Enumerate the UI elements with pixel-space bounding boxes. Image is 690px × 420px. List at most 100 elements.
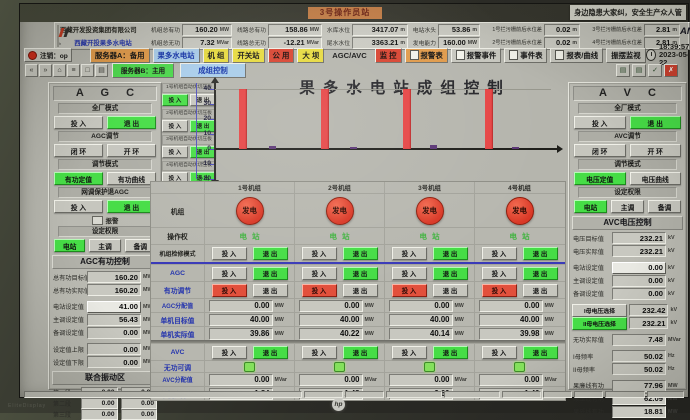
- menu-item-4[interactable]: 公 用: [268, 48, 295, 63]
- menu-item-label: 果多水电站: [158, 50, 195, 61]
- agc-agc-loop-closed-button[interactable]: 闭 环: [54, 144, 103, 157]
- agc-plant-mode-in-button[interactable]: 投 入: [54, 116, 103, 129]
- print-icon[interactable]: ▤: [616, 64, 630, 77]
- agc-unit3-out-button[interactable]: 退 出: [433, 267, 468, 280]
- avc-authority-dispatch-button[interactable]: 主调: [611, 200, 644, 213]
- forward-icon[interactable]: »: [39, 64, 52, 77]
- agc-agc-loop-open-button[interactable]: 开 环: [107, 144, 156, 157]
- agc-unit4-out-button[interactable]: 退 出: [523, 267, 558, 280]
- avc-unit2-in-button[interactable]: 投 入: [302, 346, 337, 359]
- plate1-in-button[interactable]: 投 入: [162, 94, 188, 106]
- unit2-status-indicator[interactable]: 发电: [326, 197, 354, 225]
- menu-item-2[interactable]: 机 组: [203, 48, 230, 63]
- maintenance-unit1-out-button[interactable]: 退 出: [253, 247, 288, 260]
- avc-unit1-in-button[interactable]: 投 入: [212, 346, 247, 359]
- print-icon[interactable]: ▤: [95, 64, 108, 77]
- server-a-status[interactable]: 服务器A：备用: [90, 48, 150, 63]
- avc-line3-p-label: 果妥线有功: [572, 407, 612, 416]
- avc-unit1-out-button[interactable]: 退 出: [253, 346, 288, 359]
- plate3-in-button[interactable]: 投 入: [162, 146, 188, 158]
- unit4-status-indicator[interactable]: 发电: [506, 197, 534, 225]
- window-icon[interactable]: □: [81, 64, 94, 77]
- menu-item-9[interactable]: 报警事件: [451, 48, 502, 63]
- p-reg-unit2-in-button[interactable]: 投 入: [302, 284, 337, 297]
- agc-unit2-in-button[interactable]: 投 入: [302, 267, 337, 280]
- confirm-icon[interactable]: ✓: [648, 64, 662, 77]
- avc-bus2-voltage-row: II母电压选择232.21kV: [572, 317, 683, 330]
- agc-authority-station-button[interactable]: 电站: [54, 239, 85, 252]
- agc-alloc-unit4-value: 0.00: [479, 300, 543, 312]
- agc-unit4-in-button[interactable]: 投 入: [482, 267, 517, 280]
- back-icon[interactable]: «: [25, 64, 38, 77]
- maintenance-unit3-out-button[interactable]: 退 出: [433, 247, 468, 260]
- avc-unit2-out-button[interactable]: 退 出: [343, 346, 378, 359]
- avc-alloc-unit: MVar: [273, 377, 291, 383]
- agc-station-set-value[interactable]: 41.00: [87, 301, 141, 313]
- avc-avc-loop-closed-button[interactable]: 闭 环: [574, 144, 626, 157]
- menu-item-1[interactable]: 果多水电站: [153, 48, 200, 63]
- avc-unit3-out-button[interactable]: 退 出: [433, 346, 468, 359]
- menu-icon[interactable]: ≡: [67, 64, 80, 77]
- menu-item-8[interactable]: 报警表: [405, 48, 448, 63]
- agc-unit3-in-button[interactable]: 投 入: [392, 267, 427, 280]
- avc-reg-mode-v-setpoint-button[interactable]: 电压定值: [574, 172, 626, 185]
- agc-grid-protect-out-button[interactable]: 退 出: [107, 200, 156, 213]
- menu-item-5[interactable]: 大 坝: [297, 48, 324, 63]
- avc-plant-mode-out-button[interactable]: 退 出: [630, 116, 682, 129]
- p-reg-unit4-out-button[interactable]: 退 出: [523, 284, 558, 297]
- menu-item-label: 开关站: [237, 50, 259, 61]
- logout-button[interactable]: 注销：op: [24, 48, 72, 62]
- server-b-status[interactable]: 服务器B：主用: [112, 63, 174, 78]
- avc-bus1-voltage-button[interactable]: I母电压选择: [572, 304, 627, 317]
- avc-bus2-voltage-button[interactable]: II母电压选择: [572, 317, 627, 330]
- unit3-status-indicator[interactable]: 发电: [416, 197, 444, 225]
- maintenance-unit4-in-button[interactable]: 投 入: [482, 247, 517, 260]
- maintenance-unit2-in-button[interactable]: 投 入: [302, 247, 337, 260]
- plate2-in-button[interactable]: 投 入: [162, 120, 188, 132]
- menu-item-7[interactable]: 监 控: [375, 48, 402, 63]
- agc-grid-protect-in-button[interactable]: 投 入: [54, 200, 103, 213]
- avc-unit4-in-button[interactable]: 投 入: [482, 346, 517, 359]
- agc-reg-mode-p-curve-button[interactable]: 有功曲线: [107, 172, 156, 185]
- close-icon[interactable]: ✗: [664, 64, 678, 77]
- menu-item-3[interactable]: 开关站: [232, 48, 264, 63]
- p-reg-unit1-in-button[interactable]: 投 入: [212, 284, 247, 297]
- avc-unit4-out-button[interactable]: 退 出: [523, 346, 558, 359]
- agc-unit1-out-button[interactable]: 退 出: [253, 267, 288, 280]
- unit1-status-indicator[interactable]: 发电: [236, 197, 264, 225]
- agc-plant-mode-out-button[interactable]: 退 出: [107, 116, 156, 129]
- avc-v-target-unit: kV: [666, 235, 683, 241]
- vibration-row-3: 第三段0.000.00: [52, 409, 158, 420]
- agc-unit2-out-button[interactable]: 退 出: [343, 267, 378, 280]
- avc-authority-station-button[interactable]: 电站: [574, 200, 607, 213]
- avc-avc-loop-open-button[interactable]: 开 环: [630, 144, 682, 157]
- maintenance-unit3-in-button[interactable]: 投 入: [392, 247, 427, 260]
- agc-total-actual-row: 总有功实际值160.20MW: [52, 284, 158, 297]
- home-icon[interactable]: ⌂: [53, 64, 66, 77]
- menu-item-10[interactable]: 事件表: [504, 48, 547, 63]
- avc-station-set-value[interactable]: 0.00: [612, 262, 666, 274]
- p-reg-unit2-out-button[interactable]: 退 出: [343, 284, 378, 297]
- p-reg-unit3-out-button[interactable]: 退 出: [433, 284, 468, 297]
- avc-unit3-in-button[interactable]: 投 入: [392, 346, 427, 359]
- avc-authority-backup-button[interactable]: 备调: [648, 200, 681, 213]
- menu-item-12[interactable]: 振摆监视: [606, 48, 646, 63]
- agc-unit1-in-button[interactable]: 投 入: [212, 267, 247, 280]
- p-reg-unit1-out-button[interactable]: 退 出: [253, 284, 288, 297]
- agc-section-grid-protect: 网调保护退AGC: [58, 187, 152, 198]
- agc-reg-mode-p-setpoint-button[interactable]: 有功定值: [54, 172, 103, 185]
- print-icon[interactable]: ▤: [632, 64, 646, 77]
- p-reg-unit3-in-button[interactable]: 投 入: [392, 284, 427, 297]
- avc-reg-mode-v-curve-button[interactable]: 电压曲线: [630, 172, 682, 185]
- agc-authority-dispatch-button[interactable]: 主调: [89, 239, 120, 252]
- menu-item-11[interactable]: 报表/曲线: [550, 48, 603, 63]
- unit-actual-unit: MW: [453, 331, 471, 337]
- p-reg-unit4-in-button[interactable]: 投 入: [482, 284, 517, 297]
- maintenance-unit2-out-button[interactable]: 退 出: [343, 247, 378, 260]
- page-icon: [410, 50, 419, 60]
- menu-item-6[interactable]: AGC/AVC: [327, 48, 371, 63]
- avc-plant-mode-in-button[interactable]: 投 入: [574, 116, 626, 129]
- maintenance-unit1-in-button[interactable]: 投 入: [212, 247, 247, 260]
- maintenance-unit4-out-button[interactable]: 退 出: [523, 247, 558, 260]
- statusbar-segment-6: [502, 391, 541, 398]
